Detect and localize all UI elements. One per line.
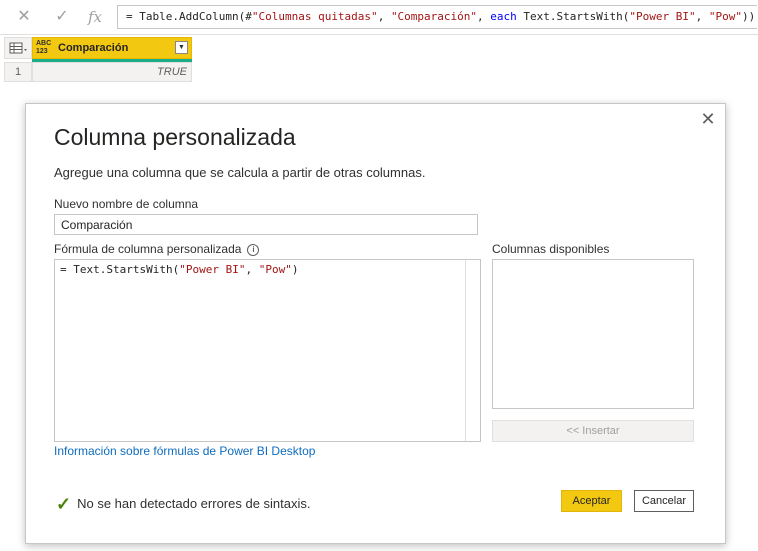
info-icon[interactable]: i (247, 243, 260, 256)
dialog-title: Columna personalizada (54, 124, 296, 150)
available-columns-list[interactable] (492, 259, 694, 409)
available-columns-label: Columnas disponibles (492, 242, 610, 256)
dialog-description: Agregue una columna que se calcula a par… (54, 165, 426, 180)
formula-editor[interactable]: = Text.StartsWith("Power BI", "Pow") (54, 259, 481, 442)
check-icon: ✓ (56, 494, 72, 514)
formula-code: = Text.StartsWith("Power BI", "Pow") (60, 263, 299, 276)
column-header-label: Comparación (58, 42, 129, 54)
insert-button[interactable]: << Insertar (492, 420, 694, 442)
cancel-button[interactable]: Cancelar (634, 490, 694, 512)
new-column-name-input[interactable] (54, 214, 478, 235)
type-any-icon[interactable]: ABC 123 (36, 40, 51, 56)
row-number: 1 (4, 62, 32, 82)
formula-text: = Table.AddColumn(#"Columnas quitadas", … (126, 10, 756, 23)
syntax-status: ✓ No se han detectado errores de sintaxis… (56, 494, 311, 514)
formula-help-link[interactable]: Información sobre fórmulas de Power BI D… (54, 444, 315, 458)
formula-label: Fórmula de columna personalizada i (54, 242, 260, 256)
accept-button[interactable]: Aceptar (561, 490, 622, 512)
custom-column-dialog: ✕ Columna personalizada Agregue una colu… (25, 103, 726, 544)
table-menu-icon[interactable] (4, 37, 32, 59)
column-header-comparacion[interactable]: ABC 123 Comparación ▼ (32, 37, 192, 59)
formula-input[interactable]: = Table.AddColumn(#"Columnas quitadas", … (117, 5, 757, 29)
editor-scrollbar[interactable] (465, 260, 480, 441)
table-cell[interactable]: TRUE (32, 62, 192, 82)
close-icon[interactable]: ✕ (699, 110, 717, 128)
cancel-x-icon[interactable]: ✕ (13, 6, 35, 28)
confirm-check-icon[interactable]: ✓ (51, 6, 73, 28)
column-filter-dropdown-icon[interactable]: ▼ (175, 41, 188, 54)
new-column-name-label: Nuevo nombre de columna (54, 197, 199, 211)
fx-icon[interactable]: fx (84, 6, 106, 28)
formula-bar: ✕ ✓ fx = Table.AddColumn(#"Columnas quit… (0, 0, 758, 35)
